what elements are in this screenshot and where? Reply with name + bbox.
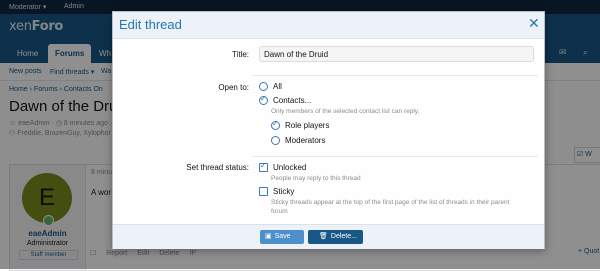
status-label: Set thread status: — [186, 163, 249, 172]
divider — [253, 156, 538, 157]
checkbox-icon — [259, 187, 268, 196]
title-label: Title: — [231, 50, 249, 59]
open-all-radio[interactable]: All — [259, 82, 282, 91]
radio-icon — [271, 136, 280, 145]
edit-thread-dialog: Edit thread ✕ Title: Dawn of the Druid O… — [112, 11, 545, 249]
open-to-label: Open to: — [218, 83, 249, 92]
dialog-header: Edit thread ✕ — [113, 12, 544, 39]
radio-icon — [259, 82, 268, 91]
radio-checked-icon: ✓ — [259, 94, 268, 105]
dialog-footer: ▣ Save 🗑 Delete... — [113, 224, 544, 249]
title-input[interactable]: Dawn of the Druid — [259, 46, 534, 62]
moderators-radio[interactable]: Moderators — [271, 136, 325, 145]
divider — [253, 75, 538, 76]
save-button[interactable]: ▣ Save — [260, 230, 304, 244]
delete-button[interactable]: 🗑 Delete... — [308, 230, 363, 244]
contacts-hint: Only members of the selected contact lis… — [271, 108, 420, 115]
unlocked-checkbox[interactable]: ✓ Unlocked — [259, 161, 306, 172]
sticky-hint-cont: forum — [271, 208, 288, 215]
open-contacts-radio[interactable]: ✓ Contacts... — [259, 94, 311, 105]
sticky-checkbox[interactable]: Sticky — [259, 187, 294, 196]
checkbox-checked-icon: ✓ — [259, 161, 268, 172]
close-icon[interactable]: ✕ — [528, 15, 540, 32]
radio-checked-icon: ✓ — [271, 119, 280, 130]
unlocked-hint: People may reply to this thread — [271, 175, 361, 182]
sticky-hint: Sticky threads appear at the top of the … — [271, 199, 510, 206]
role-players-radio[interactable]: ✓ Role players — [271, 119, 329, 130]
save-icon: ▣ — [265, 233, 272, 240]
dialog-title: Edit thread — [119, 17, 182, 32]
delete-icon: 🗑 — [319, 233, 328, 240]
